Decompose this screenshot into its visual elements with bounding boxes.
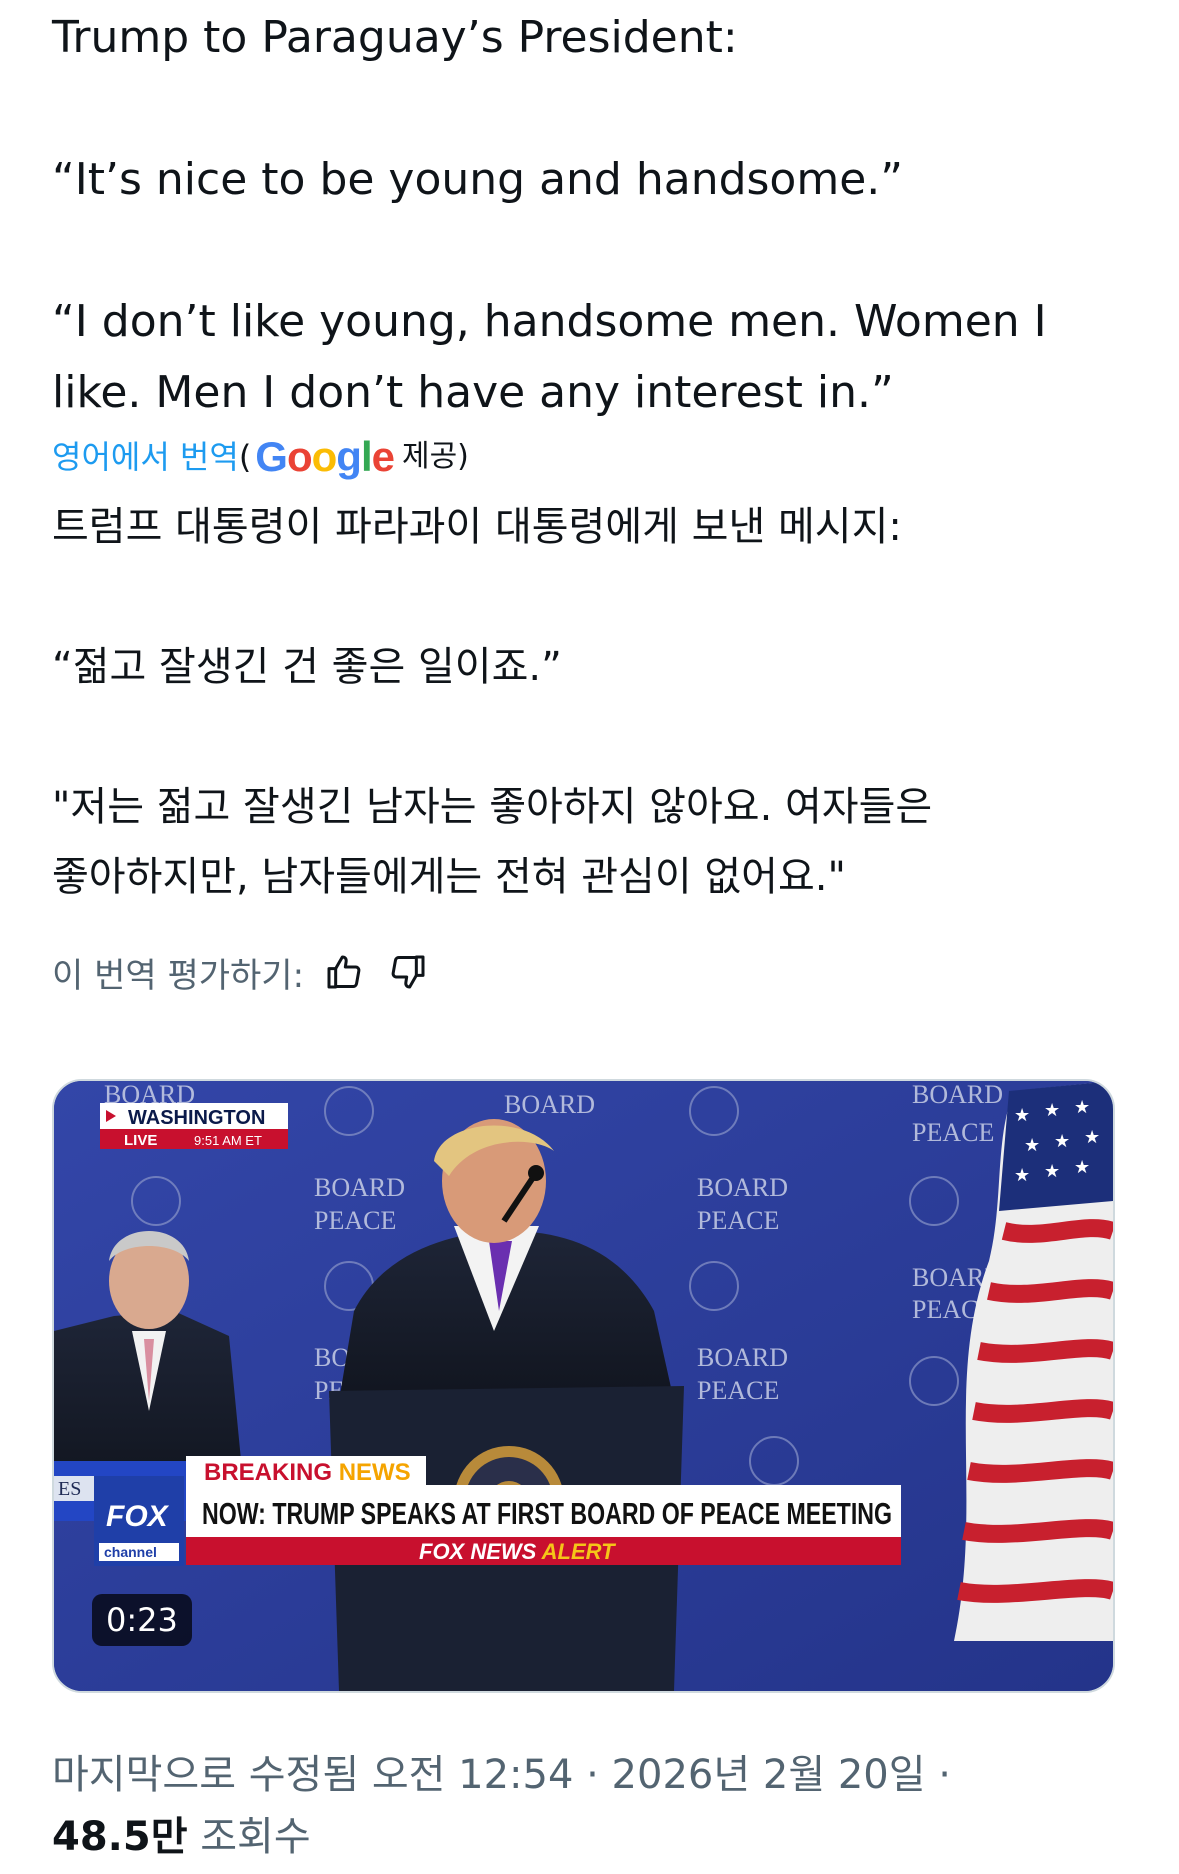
post-body: Trump to Paraguay’s President: “It’s nic…	[52, 0, 1127, 1002]
translated-line: 좋아하지만, 남자들에게는 전혀 관심이 없어요."	[52, 854, 846, 900]
svg-text:★: ★	[1024, 1135, 1040, 1156]
backdrop-text: BOARD	[697, 1173, 788, 1202]
svg-text:★: ★	[1044, 1161, 1060, 1182]
translated-line: "저는 젊고 잘생긴 남자는 좋아하지 않아요. 여자들은	[52, 784, 933, 830]
backdrop-text: BOARD	[697, 1343, 788, 1372]
views-label: 조회수	[200, 1814, 311, 1860]
timestamp[interactable]: 마지막으로 수정됨 오전 12:54 · 2026년 2월 20일 ·	[52, 1744, 1127, 1806]
backdrop-text: PEACE	[697, 1206, 779, 1235]
svg-text:★: ★	[1054, 1131, 1070, 1152]
backdrop-text: BOARD	[504, 1090, 595, 1119]
svg-text:★: ★	[1074, 1097, 1090, 1118]
svg-text:★: ★	[1044, 1100, 1060, 1121]
backdrop-text: PEACE	[697, 1376, 779, 1405]
location-bug: WASHINGTON LIVE 9:51 AM ET	[100, 1103, 288, 1149]
post-metadata: 마지막으로 수정됨 오전 12:54 · 2026년 2월 20일 · 48.5…	[52, 1744, 1127, 1868]
video-player[interactable]: BOARD BOARD BOARD PEACE BOARD PEACE BOAR…	[52, 1079, 1115, 1693]
translated-line: 트럼프 대통령이 파라과이 대통령에게 보낸 메시지:	[52, 504, 902, 550]
provided-label: 제공)	[401, 439, 469, 474]
video-frame: BOARD BOARD BOARD PEACE BOARD PEACE BOAR…	[54, 1081, 1113, 1691]
backdrop-text: BOARD	[912, 1081, 1003, 1109]
google-logo: Google	[255, 433, 395, 480]
video-duration: 0:23	[92, 1594, 192, 1646]
network-logo: FOX	[106, 1500, 170, 1533]
location-text: WASHINGTON	[128, 1107, 265, 1129]
open-paren: (	[238, 438, 252, 476]
original-line: “I don’t like young, handsome men. Women…	[52, 296, 1047, 347]
live-time: 9:51 AM ET	[194, 1133, 262, 1148]
alert-label: FOX NEWS ALERT	[419, 1539, 616, 1564]
original-line: Trump to Paraguay’s President:	[52, 12, 738, 63]
original-line: “It’s nice to be young and handsome.”	[52, 154, 904, 205]
view-count: 48.5만 조회수	[52, 1806, 1127, 1868]
svg-text:★: ★	[1014, 1105, 1030, 1126]
translated-text: 트럼프 대통령이 파라과이 대통령에게 보낸 메시지: “젊고 잘생긴 건 좋은…	[52, 492, 1127, 912]
network-sub: channel	[104, 1544, 157, 1560]
translated-from-link[interactable]: 영어에서 번역	[52, 434, 239, 480]
original-line: like. Men I don’t have any interest in.”	[52, 367, 894, 418]
translated-line: “젊고 잘생긴 건 좋은 일이죠.”	[52, 644, 562, 690]
thumbs-down-icon[interactable]	[384, 948, 432, 996]
headline: NOW: TRUMP SPEAKS AT FIRST BOARD OF PEAC…	[202, 1496, 892, 1531]
svg-text:★: ★	[1084, 1127, 1100, 1148]
banner-label: BREAKING NEWS	[204, 1459, 411, 1486]
backdrop-text: PEACE	[314, 1206, 396, 1235]
live-label: LIVE	[124, 1132, 157, 1149]
views-number: 48.5만	[52, 1814, 188, 1860]
nameplate-text: ES	[58, 1478, 81, 1500]
translation-attribution: 영어에서 번역 ( Google 제공)	[52, 434, 1127, 480]
svg-text:★: ★	[1074, 1157, 1090, 1178]
thumbs-up-icon[interactable]	[320, 948, 368, 996]
rate-translation: 이 번역 평가하기:	[52, 942, 1127, 1002]
backdrop-text: PEACE	[912, 1118, 994, 1147]
original-text: Trump to Paraguay’s President: “It’s nic…	[52, 0, 1127, 428]
svg-text:★: ★	[1014, 1165, 1030, 1186]
backdrop-text: BOARD	[314, 1173, 405, 1202]
rate-label: 이 번역 평가하기:	[52, 955, 305, 996]
